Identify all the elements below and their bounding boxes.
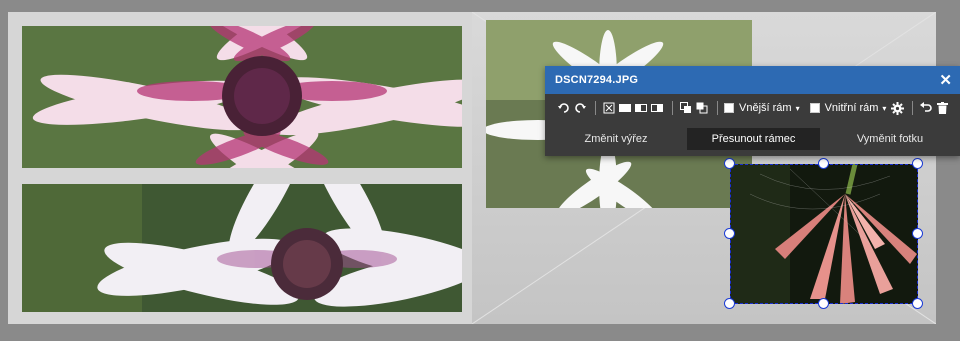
resize-handle-bottom-right[interactable] <box>912 298 923 309</box>
resize-handle-top[interactable] <box>818 158 829 169</box>
send-backward-icon[interactable] <box>695 101 709 115</box>
gear-icon[interactable] <box>890 101 904 115</box>
rotate-left-icon[interactable] <box>557 101 571 115</box>
chevron-down-icon[interactable]: ▾ <box>882 104 886 113</box>
chevron-down-icon[interactable]: ▾ <box>796 104 800 113</box>
tab-change-crop[interactable]: Změnit výřez <box>545 128 687 150</box>
trash-icon[interactable] <box>935 101 949 115</box>
photo-pink-daisy[interactable] <box>22 26 462 168</box>
fit-frame-icon[interactable] <box>602 101 616 115</box>
rotate-right-icon[interactable] <box>573 101 587 115</box>
toolbar-separator <box>595 101 596 115</box>
resize-handle-bottom[interactable] <box>818 298 829 309</box>
undo-icon[interactable] <box>919 101 933 115</box>
outer-frame-checkbox[interactable] <box>724 103 734 113</box>
resize-handle-right[interactable] <box>912 228 923 239</box>
editor-filename: DSCN7294.JPG <box>555 74 639 86</box>
align-left-icon[interactable] <box>634 101 648 115</box>
tab-move-frame[interactable]: Přesunout rámec <box>687 128 820 150</box>
editor-toolbar: Vnější rám ▾ Vnitřní rám ▾ <box>545 94 960 122</box>
photo-white-daisy-closeup[interactable] <box>22 184 462 312</box>
frame-selection-box[interactable] <box>730 164 918 304</box>
toolbar-separator <box>717 101 718 115</box>
tab-replace-photo[interactable]: Vyměnit fotku <box>820 128 960 150</box>
photobook-spread <box>8 12 936 324</box>
align-full-icon[interactable] <box>618 101 632 115</box>
outer-frame-label[interactable]: Vnější rám <box>739 102 792 114</box>
toolbar-separator <box>672 101 673 115</box>
resize-handle-top-left[interactable] <box>724 158 735 169</box>
editor-tabs: Změnit výřez Přesunout rámec Vyměnit fot… <box>545 122 960 156</box>
editor-header: DSCN7294.JPG ✕ <box>545 66 960 94</box>
bring-forward-icon[interactable] <box>679 101 693 115</box>
inner-frame-label[interactable]: Vnitřní rám <box>825 102 879 114</box>
resize-handle-left[interactable] <box>724 228 735 239</box>
resize-handle-top-right[interactable] <box>912 158 923 169</box>
inner-frame-checkbox[interactable] <box>809 103 820 113</box>
align-right-icon[interactable] <box>650 101 664 115</box>
photo-editor-panel: DSCN7294.JPG ✕ Vnější rám ▾ Vnitřní rám … <box>545 66 960 156</box>
resize-handle-bottom-left[interactable] <box>724 298 735 309</box>
toolbar-separator <box>912 101 914 115</box>
close-icon[interactable]: ✕ <box>939 71 952 89</box>
